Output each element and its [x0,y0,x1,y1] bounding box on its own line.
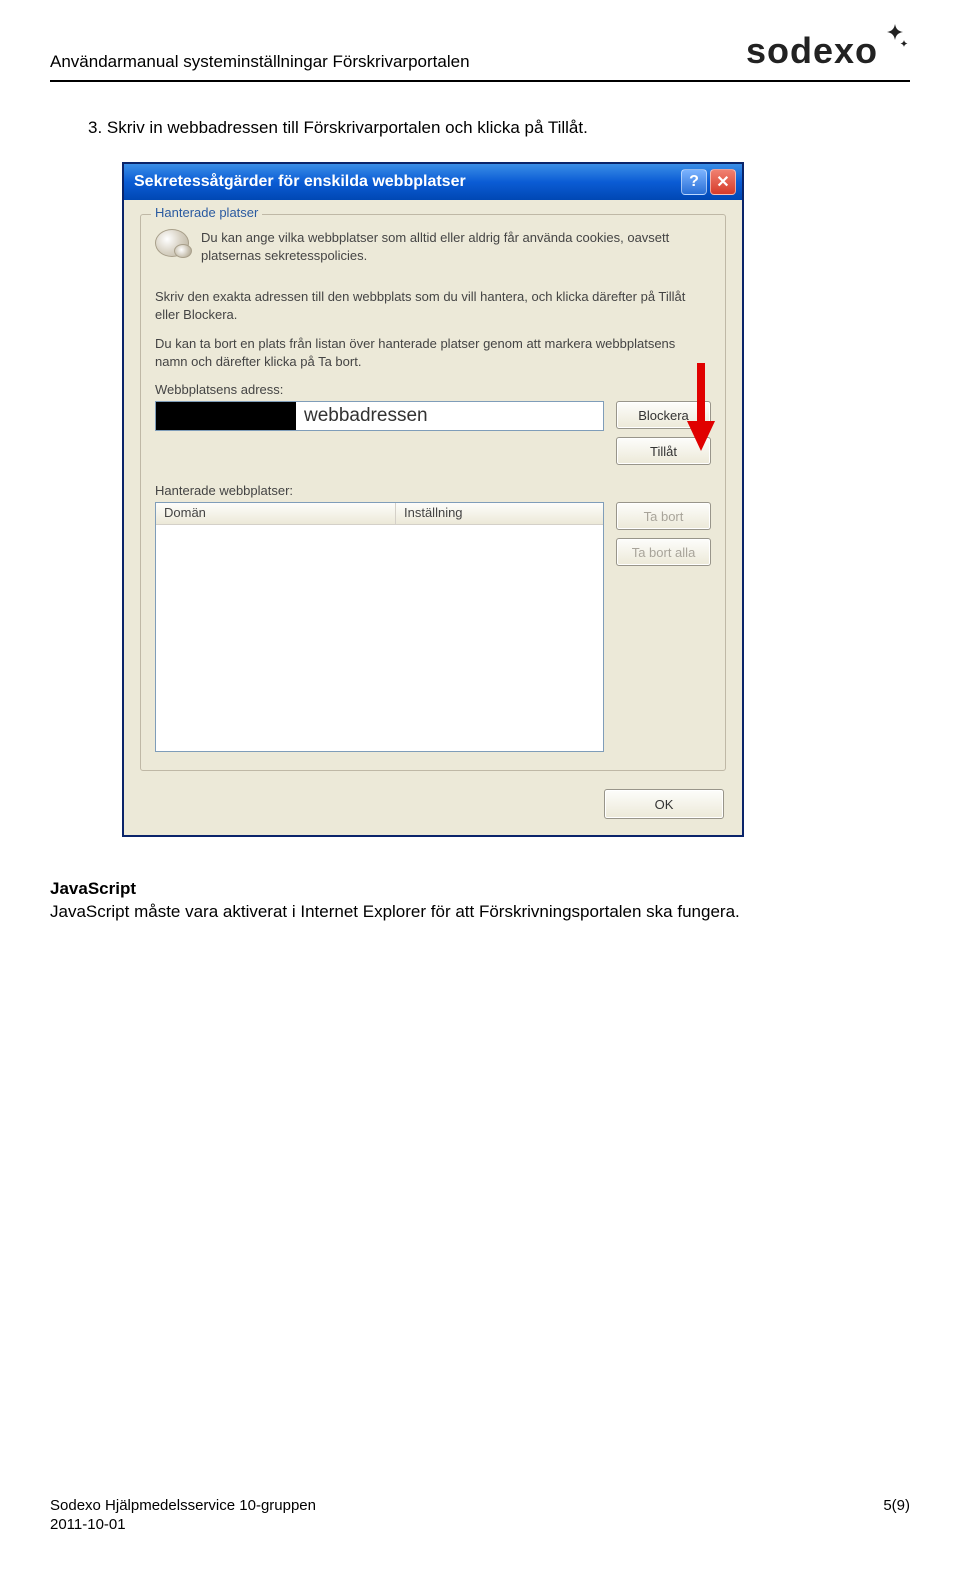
javascript-body: JavaScript måste vara aktiverat i Intern… [50,901,910,924]
remove-all-button: Ta bort alla [616,538,711,566]
footer-date: 2011-10-01 [50,1516,316,1533]
close-button[interactable]: ✕ [710,169,736,195]
column-setting[interactable]: Inställning [396,503,603,524]
managed-sites-list[interactable]: Domän Inställning [155,502,604,752]
page-footer: Sodexo Hjälpmedelsservice 10-gruppen 201… [50,1497,910,1533]
managed-sites-label: Hanterade webbplatser: [155,483,711,498]
remove-button: Ta bort [616,502,711,530]
address-label: Webbplatsens adress: [155,382,711,397]
footer-page-number: 5(9) [883,1497,910,1533]
groupbox-title: Hanterade platser [151,205,262,220]
dialog-para-3: Du kan ta bort en plats från listan över… [155,335,711,370]
document-title: Användarmanual systeminställningar Försk… [50,52,470,72]
step-text: Skriv in webbadressen till Förskrivarpor… [107,118,588,137]
step-number: 3. [88,118,102,137]
footer-org: Sodexo Hjälpmedelsservice 10-gruppen [50,1497,316,1514]
list-header: Domän Inställning [156,503,603,525]
dialog-title: Sekretessåtgärder för enskilda webbplats… [134,173,681,191]
cookie-icon [155,229,189,257]
logo-text: sodexo [746,30,878,72]
step-instruction: 3. Skriv in webbadressen till Förskrivar… [88,118,910,138]
block-button[interactable]: Blockera [616,401,711,429]
address-input[interactable] [296,402,603,430]
help-icon: ? [689,173,699,191]
managed-sites-groupbox: Hanterade platser Du kan ange vilka webb… [140,214,726,771]
star-icon [880,22,910,52]
sodexo-logo: sodexo [746,30,910,72]
column-domain[interactable]: Domän [156,503,396,524]
dialog-para-2: Skriv den exakta adressen till den webbp… [155,288,711,323]
dialog-titlebar: Sekretessåtgärder för enskilda webbplats… [124,164,742,200]
document-header: Användarmanual systeminställningar Försk… [50,30,910,82]
dialog-intro-text: Du kan ange vilka webbplatser som alltid… [201,229,711,264]
help-button[interactable]: ? [681,169,707,195]
privacy-dialog: Sekretessåtgärder för enskilda webbplats… [122,162,744,837]
address-input-wrap[interactable] [155,401,604,431]
address-redacted [156,402,296,430]
allow-button[interactable]: Tillåt [616,437,711,465]
ok-button[interactable]: OK [604,789,724,819]
javascript-heading: JavaScript [50,879,910,899]
close-icon: ✕ [716,172,729,192]
